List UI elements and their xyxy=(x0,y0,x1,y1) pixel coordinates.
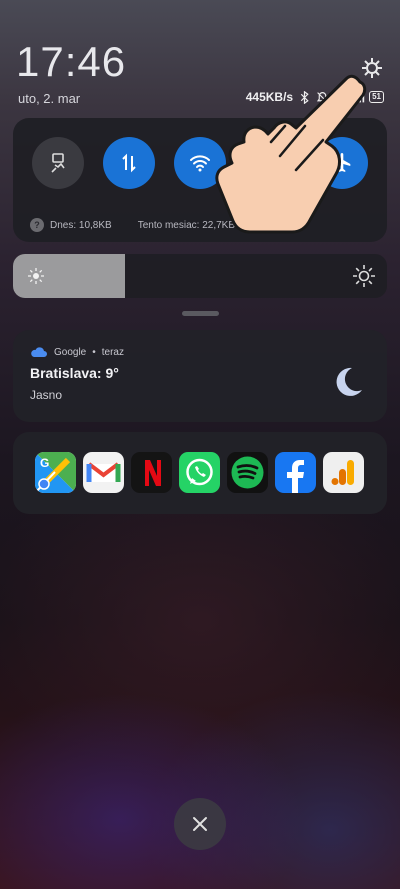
notification-app: Google xyxy=(54,346,87,358)
cloud-icon xyxy=(31,347,47,357)
mobile-data-icon xyxy=(122,153,136,173)
netflix-icon[interactable] xyxy=(131,452,172,493)
notification-time: teraz xyxy=(101,346,124,358)
notification-text: Jasno xyxy=(30,388,63,402)
clock: 17:46 xyxy=(16,38,127,85)
battery-icon: 51 xyxy=(369,91,384,103)
moon-icon xyxy=(330,364,366,400)
toggle-activity[interactable] xyxy=(32,137,84,189)
brightness-low-icon xyxy=(27,267,45,285)
notification-title: Bratislava: 9° xyxy=(30,365,119,381)
gmail-icon[interactable] xyxy=(83,452,124,493)
close-icon xyxy=(193,817,207,831)
close-button[interactable] xyxy=(174,798,226,850)
google-analytics-icon[interactable] xyxy=(323,452,364,493)
whatsapp-icon[interactable] xyxy=(179,452,220,493)
date: uto, 2. mar xyxy=(18,91,81,106)
drag-handle[interactable] xyxy=(182,311,219,316)
toggle-mobile-data[interactable] xyxy=(103,137,155,189)
running-man-icon xyxy=(51,153,65,173)
svg-text:G: G xyxy=(40,456,49,470)
brightness-high-icon xyxy=(352,264,376,288)
usage-today: Dnes: 10,8KB xyxy=(50,219,112,231)
google-maps-icon[interactable]: G xyxy=(35,452,76,493)
help-icon[interactable]: ? xyxy=(30,218,44,232)
spotify-icon[interactable] xyxy=(227,452,268,493)
wifi-icon xyxy=(190,155,210,172)
notification-dot: • xyxy=(92,346,96,358)
pointing-hand-icon xyxy=(210,70,370,240)
notification-header: Google • teraz xyxy=(30,345,124,359)
facebook-icon[interactable] xyxy=(275,452,316,493)
data-usage-row: ? Dnes: 10,8KB Tento mesiac: 22,7KB xyxy=(30,218,235,232)
